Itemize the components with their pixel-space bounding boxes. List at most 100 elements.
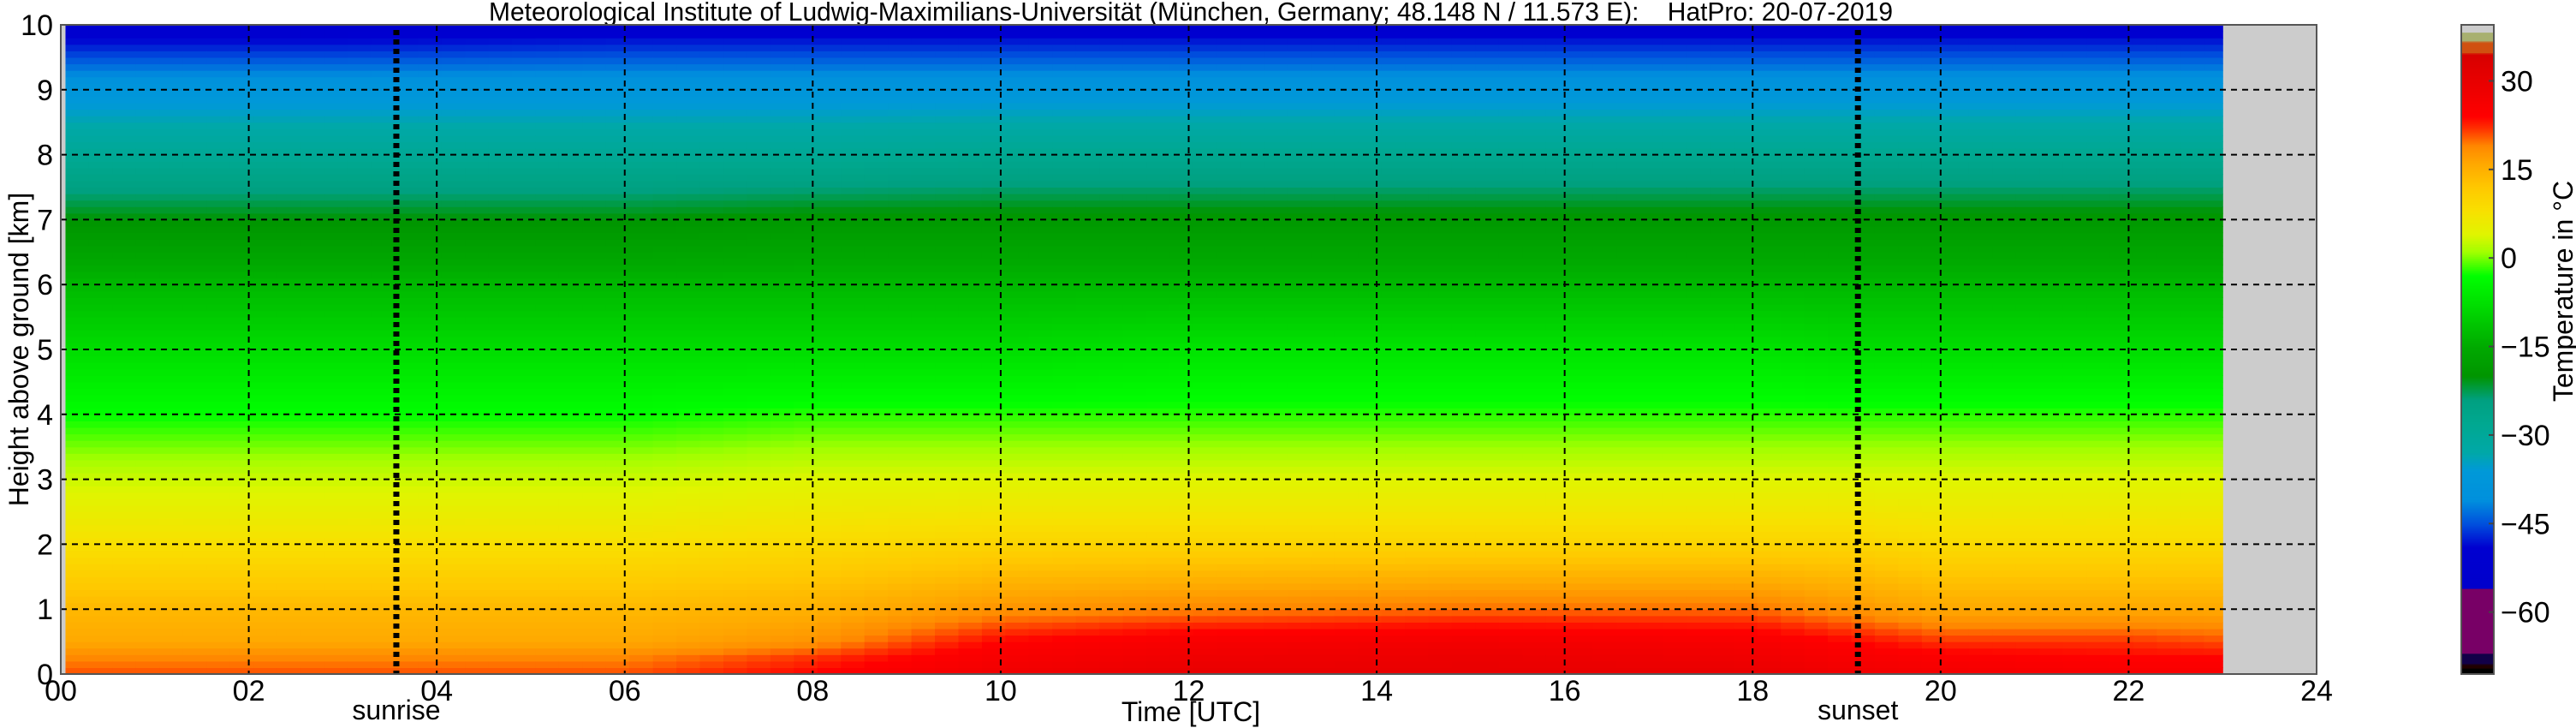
heatmap-cell bbox=[135, 245, 160, 253]
heatmap-cell bbox=[770, 154, 794, 162]
heatmap-cell bbox=[911, 375, 936, 383]
heatmap-cell bbox=[1099, 265, 1124, 272]
heatmap-cell bbox=[229, 498, 254, 506]
heatmap-cell bbox=[699, 128, 724, 136]
heatmap-cell bbox=[418, 25, 443, 33]
heatmap-cell bbox=[935, 317, 960, 325]
heatmap-cell bbox=[88, 161, 113, 169]
heatmap-cell bbox=[864, 609, 889, 617]
heatmap-cell bbox=[981, 589, 1007, 597]
heatmap-cell bbox=[1075, 258, 1100, 266]
heatmap-cell bbox=[981, 401, 1007, 409]
heatmap-cell bbox=[1146, 206, 1171, 214]
heatmap-cell bbox=[699, 134, 724, 143]
heatmap-cell bbox=[300, 109, 325, 116]
heatmap-cell bbox=[324, 466, 348, 474]
heatmap-cell bbox=[699, 206, 724, 214]
heatmap-cell bbox=[206, 128, 231, 136]
heatmap-cell bbox=[1169, 194, 1194, 201]
heatmap-cell bbox=[488, 576, 513, 584]
heatmap-cell bbox=[1052, 252, 1077, 260]
heatmap-cell bbox=[1122, 89, 1147, 97]
heatmap-cell bbox=[88, 180, 113, 188]
heatmap-cell bbox=[794, 225, 818, 234]
heatmap-cell bbox=[441, 76, 466, 84]
heatmap-cell bbox=[1169, 141, 1194, 149]
heatmap-cell bbox=[652, 225, 677, 234]
heatmap-cell bbox=[300, 297, 325, 305]
heatmap-cell bbox=[277, 310, 301, 318]
heatmap-cell bbox=[1122, 486, 1147, 493]
heatmap-cell bbox=[229, 272, 254, 279]
heatmap-cell bbox=[253, 122, 278, 129]
heatmap-cell bbox=[582, 362, 607, 370]
heatmap-cell bbox=[347, 63, 372, 71]
heatmap-cell bbox=[229, 102, 254, 110]
heatmap-cell bbox=[324, 401, 348, 409]
heatmap-cell bbox=[441, 531, 466, 539]
heatmap-cell bbox=[1146, 225, 1171, 234]
heatmap-cell bbox=[65, 440, 90, 448]
heatmap-cell bbox=[441, 297, 466, 305]
heatmap-cell bbox=[229, 453, 254, 461]
heatmap-cell bbox=[747, 647, 771, 655]
heatmap-cell bbox=[65, 564, 90, 571]
heatmap-cell bbox=[935, 225, 960, 234]
heatmap-cell bbox=[558, 258, 583, 266]
heatmap-cell bbox=[88, 102, 113, 110]
heatmap-cell bbox=[652, 57, 677, 65]
heatmap-cell bbox=[699, 349, 724, 357]
heatmap-cell bbox=[699, 440, 724, 448]
heatmap-cell bbox=[229, 628, 254, 636]
heatmap-cell bbox=[371, 258, 396, 266]
heatmap-cell bbox=[1075, 504, 1100, 513]
heatmap-cell bbox=[1122, 297, 1147, 305]
heatmap-cell bbox=[605, 615, 630, 623]
heatmap-cell bbox=[629, 134, 654, 143]
heatmap-cell bbox=[347, 518, 372, 526]
heatmap-cell bbox=[112, 239, 137, 247]
heatmap-cell bbox=[1169, 330, 1194, 337]
heatmap-cell bbox=[1217, 440, 1241, 448]
heatmap-cell bbox=[418, 206, 443, 214]
heatmap-cell bbox=[911, 284, 936, 292]
heatmap-cell bbox=[300, 194, 325, 201]
heatmap-cell bbox=[676, 544, 701, 552]
heatmap-cell bbox=[1122, 161, 1147, 169]
heatmap-cell bbox=[888, 433, 913, 441]
heatmap-cell bbox=[206, 589, 231, 597]
heatmap-cell bbox=[535, 531, 560, 539]
heatmap-cell bbox=[371, 265, 396, 272]
heatmap-cell bbox=[324, 219, 348, 227]
heatmap-cell bbox=[747, 154, 771, 162]
heatmap-cell bbox=[911, 31, 936, 39]
heatmap-cell bbox=[1217, 200, 1241, 207]
heatmap-cell bbox=[582, 459, 607, 468]
heatmap-cell bbox=[418, 544, 443, 552]
heatmap-cell bbox=[465, 635, 490, 642]
heatmap-cell bbox=[1217, 141, 1241, 149]
heatmap-cell bbox=[277, 141, 301, 149]
heatmap-cell bbox=[1122, 303, 1147, 312]
heatmap-cell bbox=[512, 381, 537, 390]
heatmap-cell bbox=[935, 336, 960, 344]
heatmap-cell bbox=[841, 440, 866, 448]
heatmap-cell bbox=[324, 557, 348, 564]
heatmap-cell bbox=[817, 265, 842, 272]
heatmap-cell bbox=[112, 297, 137, 305]
heatmap-cell bbox=[605, 381, 630, 390]
heatmap-cell bbox=[65, 427, 90, 435]
heatmap-cell bbox=[441, 427, 466, 435]
heatmap-cell bbox=[911, 414, 936, 421]
heatmap-cell bbox=[723, 368, 748, 376]
heatmap-cell bbox=[1099, 330, 1124, 337]
heatmap-cell bbox=[841, 116, 866, 123]
heatmap-cell bbox=[770, 589, 794, 597]
heatmap-cell bbox=[535, 414, 560, 421]
heatmap-cell bbox=[65, 57, 90, 65]
heatmap-cell bbox=[465, 25, 490, 33]
heatmap-cell bbox=[911, 395, 936, 403]
heatmap-cell bbox=[135, 44, 160, 51]
heatmap-cell bbox=[512, 596, 537, 604]
heatmap-cell bbox=[723, 297, 748, 305]
